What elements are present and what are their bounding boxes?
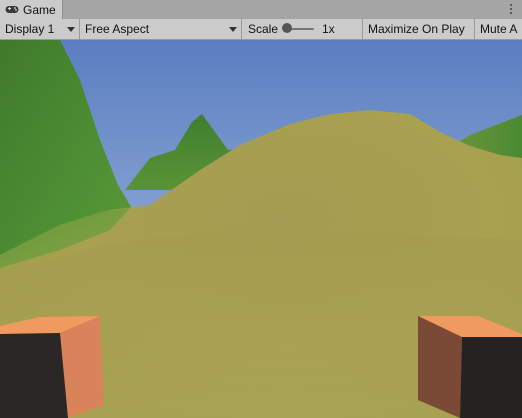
tab-bar: Game	[0, 0, 522, 20]
gamepad-icon	[5, 5, 19, 15]
game-scene	[0, 40, 522, 418]
chevron-down-icon	[229, 27, 237, 32]
display-dropdown-label: Display 1	[5, 22, 55, 36]
mute-audio-label: Mute A	[480, 22, 518, 36]
display-dropdown[interactable]: Display 1	[0, 19, 80, 39]
chevron-down-icon	[67, 27, 75, 32]
maximize-on-play-toggle[interactable]: Maximize On Play	[363, 19, 475, 39]
left-hand	[0, 316, 104, 418]
aspect-dropdown[interactable]: Free Aspect	[80, 19, 242, 39]
game-viewport[interactable]	[0, 40, 522, 418]
maximize-on-play-label: Maximize On Play	[368, 22, 465, 36]
right-hand	[418, 316, 522, 418]
game-toolbar: Display 1 Free Aspect Scale 1x Maximize …	[0, 19, 522, 40]
scale-value: 1x	[322, 22, 335, 36]
tab-game[interactable]: Game	[0, 0, 63, 19]
more-options-icon[interactable]	[506, 2, 516, 16]
mute-audio-toggle[interactable]: Mute A	[475, 19, 522, 39]
scale-slider-thumb[interactable]	[282, 23, 292, 33]
scale-control: Scale 1x	[242, 19, 363, 39]
aspect-dropdown-label: Free Aspect	[85, 22, 150, 36]
tab-game-label: Game	[23, 2, 56, 17]
game-window: Game Display 1 Free Aspect Scale 1x Maxi…	[0, 0, 522, 418]
scale-label: Scale	[248, 22, 279, 36]
